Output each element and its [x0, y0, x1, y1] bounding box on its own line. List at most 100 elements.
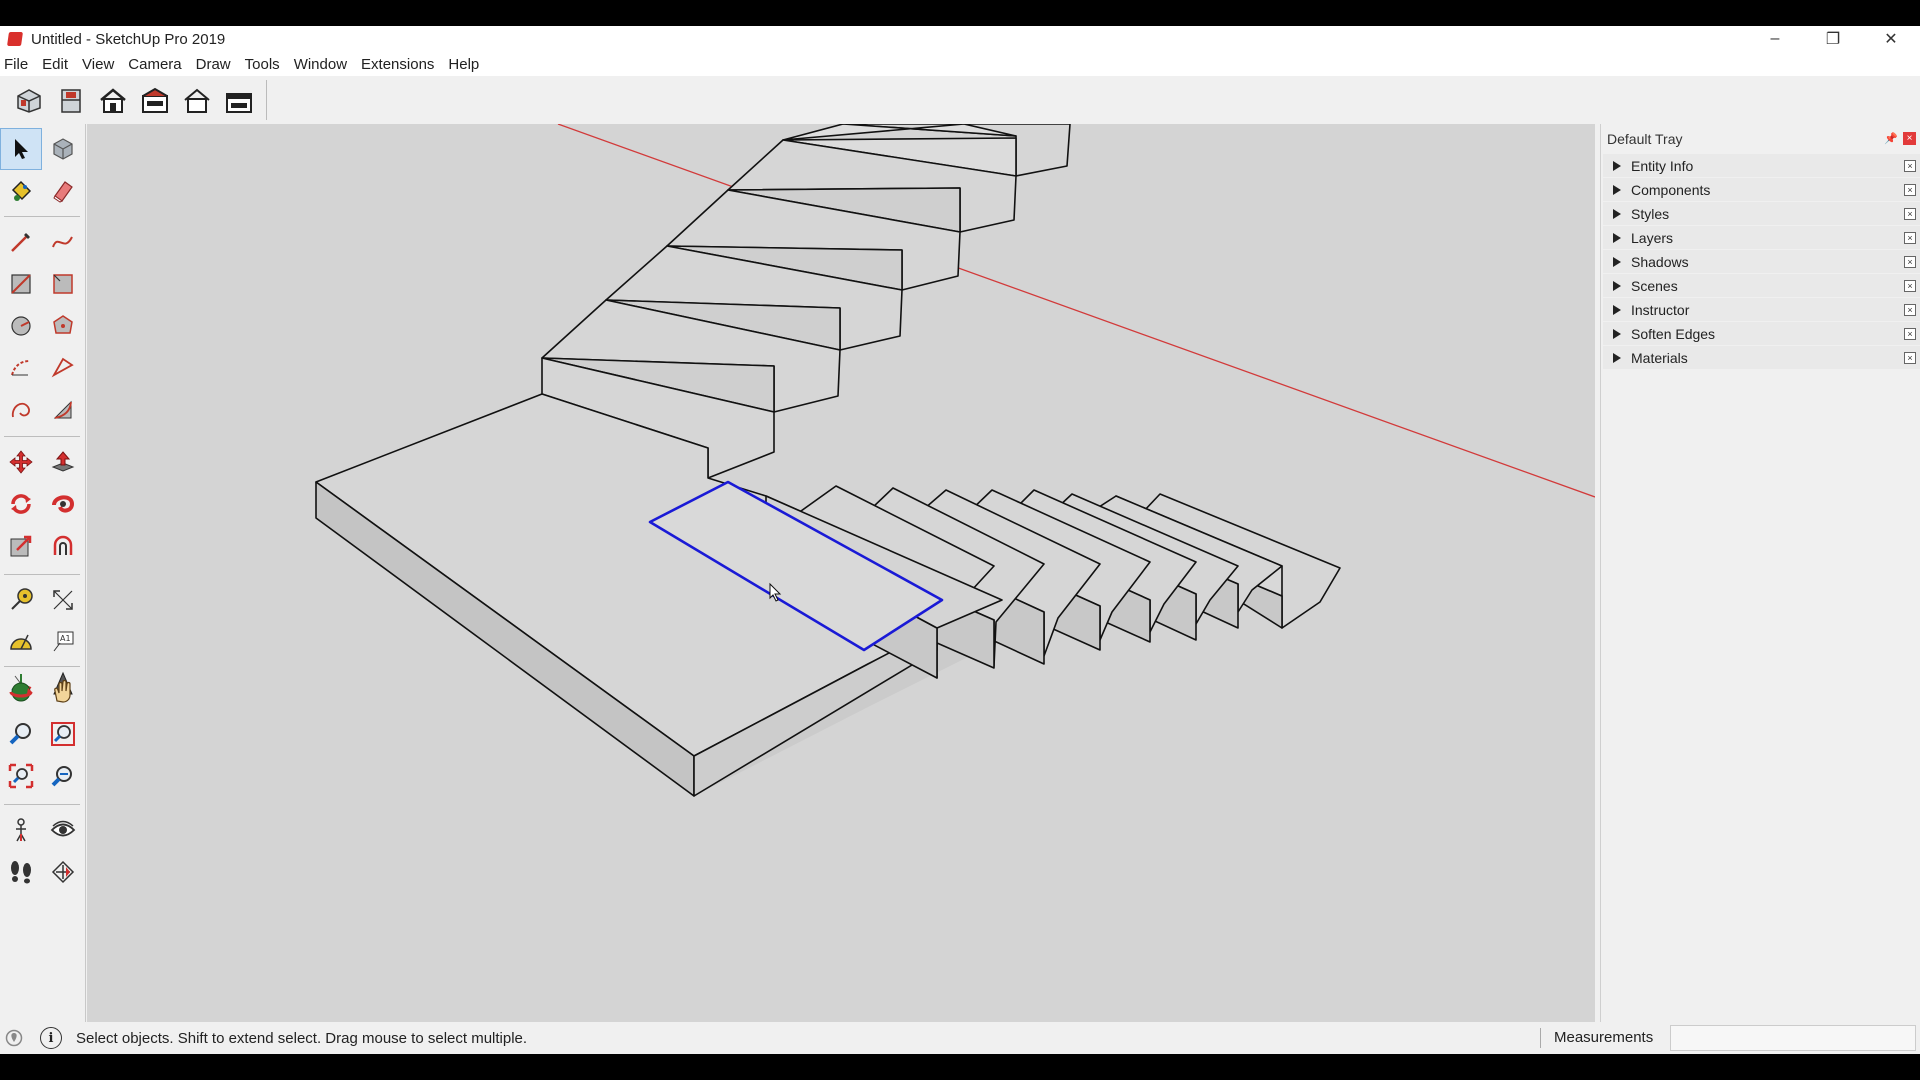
menu-edit[interactable]: Edit	[35, 56, 75, 73]
previous-view-icon[interactable]	[42, 755, 84, 797]
status-divider	[1540, 1028, 1541, 1048]
freehand-icon[interactable]	[42, 221, 84, 263]
expand-triangle-icon	[1613, 328, 1621, 339]
expand-triangle-icon	[1613, 352, 1621, 363]
status-bar: i Select objects. Shift to extend select…	[0, 1022, 1920, 1054]
svg-text:A1: A1	[60, 634, 71, 643]
close-button[interactable]: ✕	[1862, 26, 1920, 52]
close-icon[interactable]: ×	[1904, 232, 1916, 244]
top-view-icon[interactable]	[50, 82, 92, 118]
expand-triangle-icon	[1613, 304, 1621, 315]
make-component-icon[interactable]	[42, 128, 84, 170]
minimize-button[interactable]: –	[1746, 26, 1804, 52]
position-camera-icon[interactable]	[0, 809, 42, 851]
tool-palette: A1	[0, 124, 86, 1034]
close-icon[interactable]: ×	[1904, 160, 1916, 172]
panel-shadows[interactable]: Shadows ×	[1603, 250, 1920, 274]
stair-model[interactable]	[87, 124, 1595, 1022]
close-icon[interactable]: ×	[1904, 328, 1916, 340]
push-pull-icon[interactable]	[42, 441, 84, 483]
two-point-arc-icon[interactable]	[42, 347, 84, 389]
menu-view[interactable]: View	[75, 56, 121, 73]
walk-icon[interactable]	[0, 851, 42, 893]
three-point-arc-icon[interactable]	[0, 389, 42, 431]
menu-help[interactable]: Help	[441, 56, 486, 73]
move-icon[interactable]	[0, 441, 42, 483]
panel-instructor[interactable]: Instructor ×	[1603, 298, 1920, 322]
orbit-icon[interactable]	[0, 671, 42, 713]
menu-window[interactable]: Window	[287, 56, 354, 73]
rectangle-icon[interactable]	[0, 263, 42, 305]
rotated-rectangle-icon[interactable]	[42, 263, 84, 305]
model-viewport[interactable]	[87, 124, 1595, 1022]
sketchup-logo-icon	[7, 32, 23, 46]
scale-icon[interactable]	[0, 525, 42, 567]
left-view-icon[interactable]	[218, 82, 260, 118]
window-controls: – ❐ ✕	[1746, 26, 1920, 52]
views-toolbar	[0, 76, 1920, 124]
instructor-info-icon[interactable]: i	[40, 1027, 62, 1049]
select-icon[interactable]	[0, 128, 42, 170]
follow-me-icon[interactable]	[42, 483, 84, 525]
iso-view-icon[interactable]	[8, 82, 50, 118]
text-icon[interactable]: A1	[42, 621, 84, 663]
status-message: Select objects. Shift to extend select. …	[76, 1029, 528, 1047]
expand-triangle-icon	[1613, 208, 1621, 219]
panel-scenes[interactable]: Scenes ×	[1603, 274, 1920, 298]
expand-triangle-icon	[1613, 232, 1621, 243]
back-view-icon[interactable]	[176, 82, 218, 118]
panel-entity-info[interactable]: Entity Info ×	[1603, 154, 1920, 178]
tray-header: Default Tray 📌 ×	[1601, 124, 1920, 154]
menu-camera[interactable]: Camera	[121, 56, 188, 73]
pan-icon[interactable]	[42, 671, 84, 713]
close-icon[interactable]: ×	[1904, 256, 1916, 268]
expand-triangle-icon	[1613, 160, 1621, 171]
look-around-icon[interactable]	[42, 809, 84, 851]
panel-components[interactable]: Components ×	[1603, 178, 1920, 202]
panel-styles[interactable]: Styles ×	[1603, 202, 1920, 226]
polygon-icon[interactable]	[42, 305, 84, 347]
measurements-input[interactable]	[1670, 1025, 1916, 1051]
circle-icon[interactable]	[0, 305, 42, 347]
close-icon[interactable]: ×	[1904, 184, 1916, 196]
arc-icon[interactable]	[0, 347, 42, 389]
panel-materials[interactable]: Materials ×	[1603, 346, 1920, 370]
geolocation-icon[interactable]	[4, 1028, 24, 1048]
pin-icon[interactable]: 📌	[1884, 132, 1898, 145]
rotate-icon[interactable]	[0, 483, 42, 525]
eraser-icon[interactable]	[42, 170, 84, 212]
window-title: Untitled - SketchUp Pro 2019	[31, 30, 226, 48]
protractor-icon[interactable]	[0, 621, 42, 663]
panel-soften-edges[interactable]: Soften Edges ×	[1603, 322, 1920, 346]
section-plane-icon[interactable]	[42, 851, 84, 893]
offset-icon[interactable]	[42, 525, 84, 567]
front-view-icon[interactable]	[92, 82, 134, 118]
close-icon[interactable]: ×	[1904, 352, 1916, 364]
menu-file[interactable]: File	[0, 56, 35, 73]
menu-extensions[interactable]: Extensions	[354, 56, 441, 73]
close-icon[interactable]: ×	[1904, 208, 1916, 220]
zoom-icon[interactable]	[0, 713, 42, 755]
tray-close-button[interactable]: ×	[1903, 132, 1916, 145]
panel-layers[interactable]: Layers ×	[1603, 226, 1920, 250]
default-tray: Default Tray 📌 × Entity Info × Components…	[1600, 124, 1920, 1022]
tray-title: Default Tray	[1607, 131, 1683, 147]
close-icon[interactable]: ×	[1904, 280, 1916, 292]
menu-tools[interactable]: Tools	[238, 56, 287, 73]
line-icon[interactable]	[0, 221, 42, 263]
sketchup-window: Untitled - SketchUp Pro 2019 – ❐ ✕ File …	[0, 26, 1920, 1054]
tape-measure-icon[interactable]	[0, 579, 42, 621]
zoom-window-icon[interactable]	[42, 713, 84, 755]
paint-bucket-icon[interactable]	[0, 170, 42, 212]
menu-draw[interactable]: Draw	[189, 56, 238, 73]
right-view-icon[interactable]	[134, 82, 176, 118]
title-bar: Untitled - SketchUp Pro 2019 – ❐ ✕	[0, 26, 1920, 52]
expand-triangle-icon	[1613, 184, 1621, 195]
menu-bar: File Edit View Camera Draw Tools Window …	[0, 52, 1920, 76]
pie-icon[interactable]	[42, 389, 84, 431]
close-icon[interactable]: ×	[1904, 304, 1916, 316]
measurements-label: Measurements	[1554, 1029, 1654, 1046]
zoom-extents-icon[interactable]	[0, 755, 42, 797]
dimension-icon[interactable]	[42, 579, 84, 621]
restore-button[interactable]: ❐	[1804, 26, 1862, 52]
